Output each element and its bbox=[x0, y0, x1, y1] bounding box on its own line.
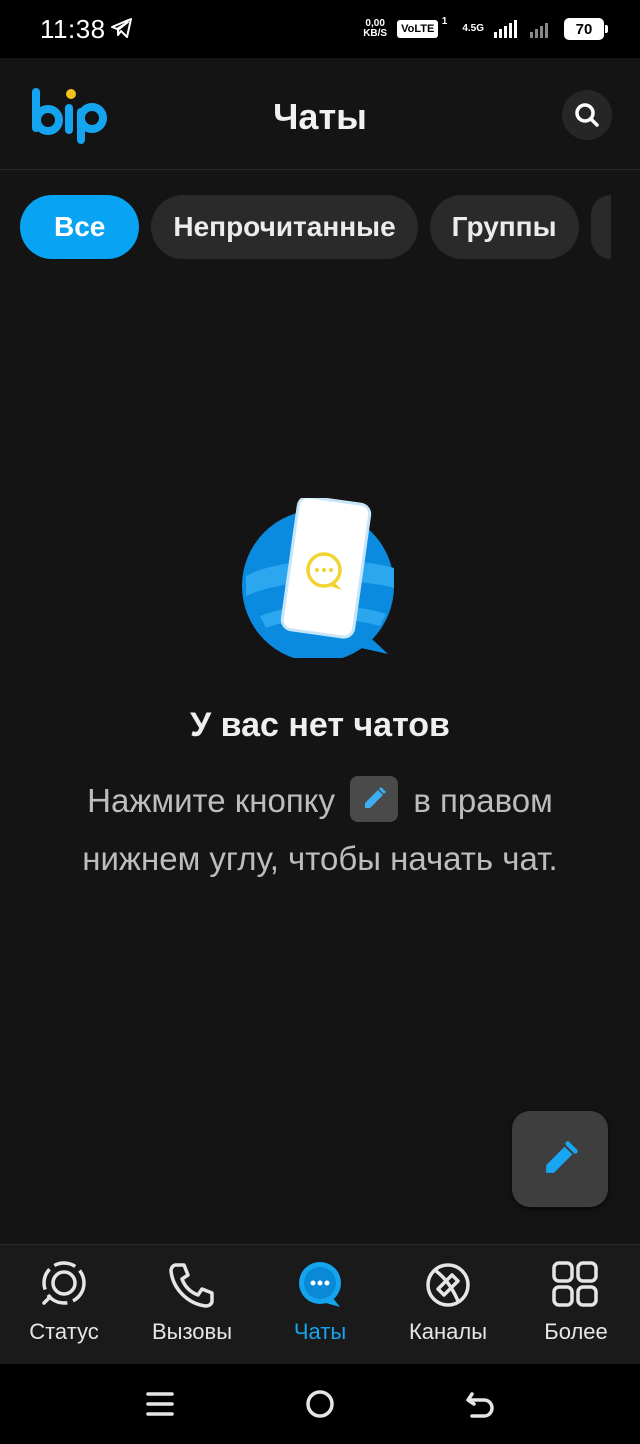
filter-chips: Все Непрочитанные Группы bbox=[20, 195, 640, 259]
filter-chip-groups[interactable]: Группы bbox=[429, 195, 579, 259]
filter-chip-more[interactable] bbox=[590, 195, 611, 259]
status-icon bbox=[42, 1261, 86, 1305]
status-indicators: 0,00 KB/S VoLTE 1 4.5G 70 bbox=[363, 14, 608, 44]
recent-apps-icon[interactable] bbox=[142, 1386, 178, 1422]
new-chat-button[interactable] bbox=[512, 1111, 608, 1207]
status-time: 11:38 bbox=[40, 14, 106, 44]
app-screen: Чаты Все Непрочитанные Группы У вас нет ча… bbox=[0, 58, 640, 1364]
grid-icon bbox=[552, 1261, 598, 1307]
search-button[interactable] bbox=[562, 90, 612, 140]
inline-pencil-icon bbox=[350, 776, 399, 822]
signal-bars-icon bbox=[494, 20, 517, 38]
signal-strength-sim1-icon: 4.5G bbox=[454, 24, 484, 34]
sim-number: 1 bbox=[441, 16, 448, 27]
nav-label-status: Статус bbox=[29, 1319, 99, 1344]
signal-bars-sim2-icon bbox=[530, 23, 548, 38]
nav-label-channels: Каналы bbox=[408, 1319, 488, 1344]
nav-item-more[interactable]: Более bbox=[512, 1245, 640, 1365]
network-type: 4.5G bbox=[462, 23, 484, 34]
network-speed: 0,00 KB/S bbox=[363, 19, 387, 39]
network-speed-unit: KB/S bbox=[363, 28, 388, 39]
volte-badge: VoLTE 1 bbox=[397, 16, 447, 38]
channels-icon bbox=[426, 1263, 470, 1307]
telegram-notification-icon bbox=[111, 18, 132, 38]
empty-state-hint-part1: Нажмите кнопку bbox=[87, 782, 335, 819]
empty-state-title: У вас нет чатов bbox=[190, 706, 450, 744]
empty-state-hint: Нажмите кнопку в правом нижнем углу, что… bbox=[60, 772, 580, 888]
search-icon bbox=[575, 103, 599, 127]
pencil-icon bbox=[546, 1141, 578, 1173]
chat-bubble-icon bbox=[299, 1262, 341, 1307]
app-header: Чаты bbox=[0, 58, 640, 170]
nav-label-more: Более bbox=[544, 1319, 608, 1344]
back-icon[interactable] bbox=[462, 1386, 498, 1422]
nav-item-calls[interactable]: Вызовы bbox=[128, 1245, 256, 1365]
nav-item-chats[interactable]: Чаты bbox=[256, 1245, 384, 1365]
empty-chats-illustration bbox=[242, 498, 394, 658]
nav-item-channels[interactable]: Каналы bbox=[384, 1245, 512, 1365]
phone-icon bbox=[169, 1263, 214, 1308]
nav-label-calls: Вызовы bbox=[151, 1319, 233, 1344]
filter-chip-all[interactable]: Все bbox=[20, 195, 140, 259]
bottom-navigation: Статус Вызовы Чаты Каналы Более bbox=[0, 1244, 640, 1364]
home-icon[interactable] bbox=[302, 1386, 338, 1422]
status-bar: 11:38 0,00 KB/S VoLTE 1 4.5G 70 bbox=[0, 0, 640, 58]
nav-item-status[interactable]: Статус bbox=[0, 1245, 128, 1365]
page-title: Чаты bbox=[273, 96, 367, 137]
nav-label-chats: Чаты bbox=[293, 1319, 347, 1344]
battery-indicator: 70 bbox=[564, 18, 608, 40]
filter-chip-unread[interactable]: Непрочитанные bbox=[151, 195, 418, 259]
volte-label: VoLTE bbox=[401, 23, 435, 35]
system-navigation-bar bbox=[0, 1364, 640, 1444]
